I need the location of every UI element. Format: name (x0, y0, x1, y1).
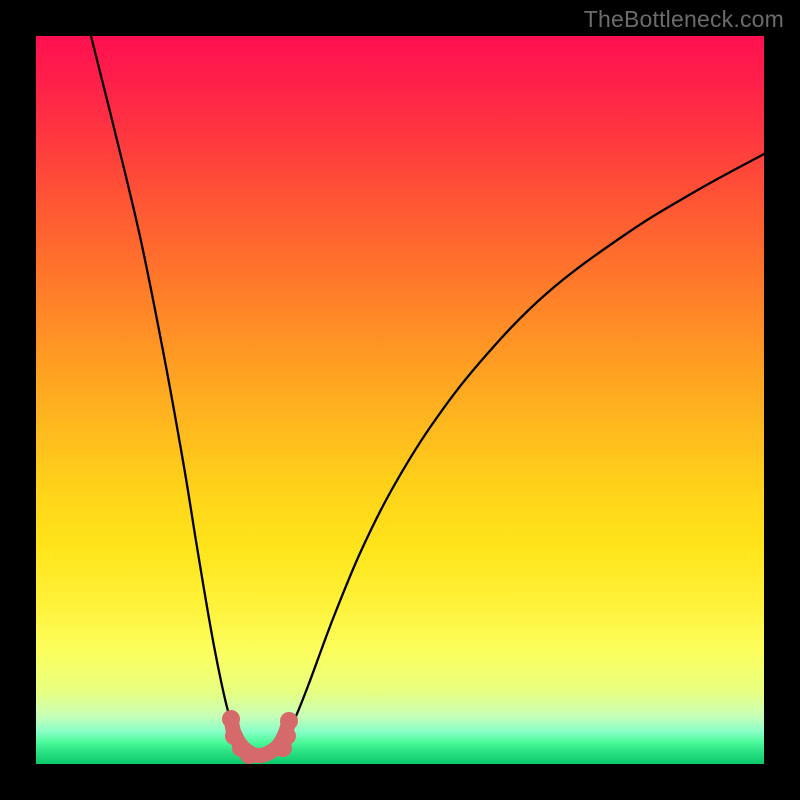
min-marker-dot (280, 712, 298, 730)
curve-layer (36, 36, 764, 764)
min-marker-dot (222, 710, 240, 728)
min-marker-dot (240, 746, 258, 764)
right-curve (276, 154, 764, 755)
chart-frame (36, 36, 764, 764)
watermark-text: TheBottleneck.com (584, 6, 784, 33)
left-curve (91, 36, 246, 755)
